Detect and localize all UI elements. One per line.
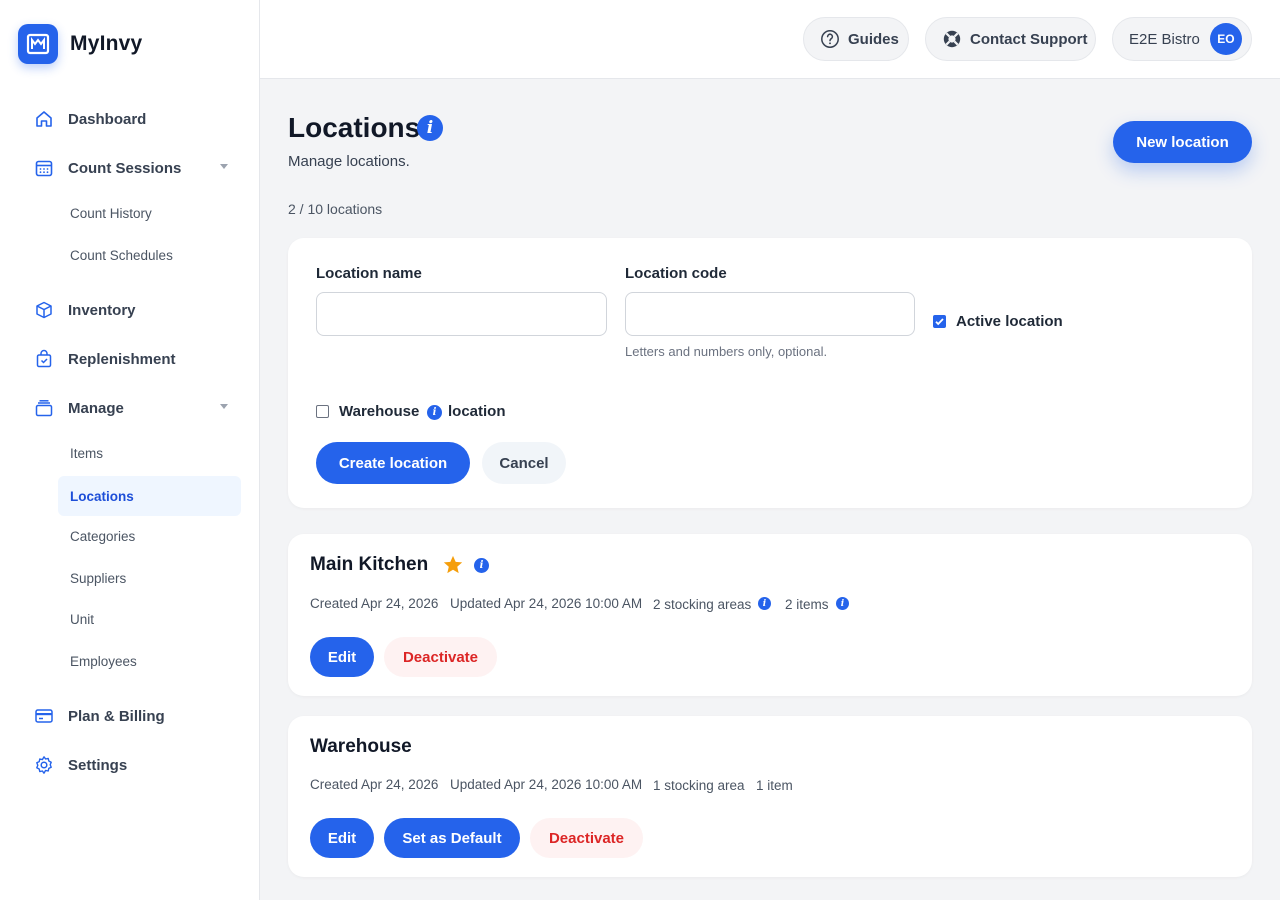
check-icon	[935, 318, 944, 326]
sidebar-subitem-locations[interactable]: Locations	[58, 476, 241, 516]
brand-name: MyInvy	[70, 32, 143, 55]
stocking-areas-count: 1 stocking area	[653, 778, 745, 793]
location-name-label: Location name	[316, 265, 422, 282]
shopping-bag-icon	[34, 349, 54, 369]
sidebar-item-label: Dashboard	[68, 110, 147, 128]
lifebuoy-icon	[942, 29, 962, 49]
active-location-checkbox[interactable]	[933, 315, 946, 328]
sidebar-item-settings[interactable]: Settings	[22, 745, 238, 785]
box-icon	[34, 300, 54, 320]
updated-date: Updated Apr 24, 2026 10:00 AM	[450, 777, 643, 792]
contact-support-label: Contact Support	[970, 30, 1088, 48]
star-icon	[442, 554, 464, 581]
sidebar-item-label: Count Sessions	[68, 159, 182, 177]
info-icon[interactable]: i	[836, 597, 849, 610]
sidebar: MyInvy Dashboard Count Sessions Count Hi…	[0, 0, 260, 900]
location-card: Main Kitchen i Created Apr 24, 2026 Upda…	[288, 534, 1252, 696]
location-code-hint: Letters and numbers only, optional.	[625, 344, 828, 359]
updated-date: Updated Apr 24, 2026 10:00 AM	[450, 596, 643, 611]
items-count: 1 item	[756, 778, 793, 793]
location-code-label: Location code	[625, 265, 727, 282]
brand-logo-icon	[18, 24, 58, 64]
question-circle-icon	[820, 29, 840, 49]
active-location-label: Active location	[956, 313, 1063, 330]
set-default-button[interactable]: Set as Default	[384, 818, 520, 858]
credit-card-icon	[34, 706, 54, 726]
location-count: 2 / 10 locations	[288, 201, 383, 217]
warehouse-location-checkbox[interactable]	[316, 405, 329, 418]
sidebar-subitem-count-history[interactable]: Count History	[58, 193, 241, 233]
location-name-input[interactable]	[316, 292, 607, 336]
layers-icon	[34, 398, 54, 418]
sidebar-subitem-categories[interactable]: Categories	[58, 516, 241, 556]
sidebar-item-manage[interactable]: Manage	[22, 388, 238, 428]
info-icon[interactable]: i	[758, 597, 771, 610]
page-subtitle: Manage locations.	[288, 153, 410, 170]
sidebar-item-label: Replenishment	[68, 350, 176, 368]
cancel-button[interactable]: Cancel	[482, 442, 566, 484]
created-date: Created Apr 24, 2026	[310, 777, 439, 792]
chevron-down-icon	[220, 404, 228, 409]
sidebar-item-dashboard[interactable]: Dashboard	[22, 99, 238, 139]
sidebar-item-label: Inventory	[68, 301, 136, 319]
new-location-form: Location name Location code Letters and …	[288, 238, 1252, 508]
deactivate-button[interactable]: Deactivate	[384, 637, 497, 677]
guides-button[interactable]: Guides	[803, 17, 909, 61]
sidebar-subitem-count-schedules[interactable]: Count Schedules	[58, 235, 241, 275]
calendar-icon	[34, 158, 54, 178]
sidebar-item-count-sessions[interactable]: Count Sessions	[22, 148, 238, 188]
topbar: Guides Contact Support E2E Bistro EO	[260, 0, 1280, 79]
avatar: EO	[1209, 23, 1242, 55]
sidebar-item-inventory[interactable]: Inventory	[22, 290, 238, 330]
new-location-button[interactable]: New location	[1113, 121, 1252, 163]
workspace-menu-button[interactable]: E2E Bistro EO	[1112, 17, 1252, 61]
info-icon[interactable]: i	[474, 558, 489, 573]
workspace-name: E2E Bistro	[1129, 30, 1200, 48]
location-name: Warehouse	[310, 736, 412, 757]
info-icon[interactable]: i	[427, 405, 442, 420]
location-card: Warehouse Created Apr 24, 2026 Updated A…	[288, 716, 1252, 877]
sidebar-subitem-unit[interactable]: Unit	[58, 599, 241, 639]
warehouse-label: Warehouse	[339, 403, 420, 420]
items-count: 2 items	[785, 597, 829, 612]
warehouse-label-suffix: location	[448, 403, 506, 420]
created-date: Created Apr 24, 2026	[310, 596, 439, 611]
sidebar-subitem-items[interactable]: Items	[58, 433, 241, 473]
chevron-down-icon	[220, 164, 228, 169]
edit-button[interactable]: Edit	[310, 637, 374, 677]
create-location-button[interactable]: Create location	[316, 442, 470, 484]
contact-support-button[interactable]: Contact Support	[925, 17, 1096, 61]
brand[interactable]: MyInvy	[18, 24, 142, 64]
location-code-input[interactable]	[625, 292, 915, 336]
gear-icon	[34, 755, 54, 775]
sidebar-item-plan-billing[interactable]: Plan & Billing	[22, 696, 238, 736]
sidebar-item-replenishment[interactable]: Replenishment	[22, 339, 238, 379]
deactivate-button[interactable]: Deactivate	[530, 818, 643, 858]
location-name: Main Kitchen	[310, 554, 429, 575]
sidebar-item-label: Manage	[68, 399, 124, 417]
page-title: Locations	[288, 112, 421, 143]
sidebar-subitem-employees[interactable]: Employees	[58, 641, 241, 681]
sidebar-subitem-suppliers[interactable]: Suppliers	[58, 558, 241, 598]
info-icon[interactable]: i	[417, 115, 443, 141]
guides-label: Guides	[848, 30, 899, 48]
home-icon	[34, 109, 54, 129]
edit-button[interactable]: Edit	[310, 818, 374, 858]
sidebar-item-label: Plan & Billing	[68, 707, 165, 725]
stocking-areas-count: 2 stocking areas	[653, 597, 752, 612]
sidebar-item-label: Settings	[68, 756, 128, 774]
